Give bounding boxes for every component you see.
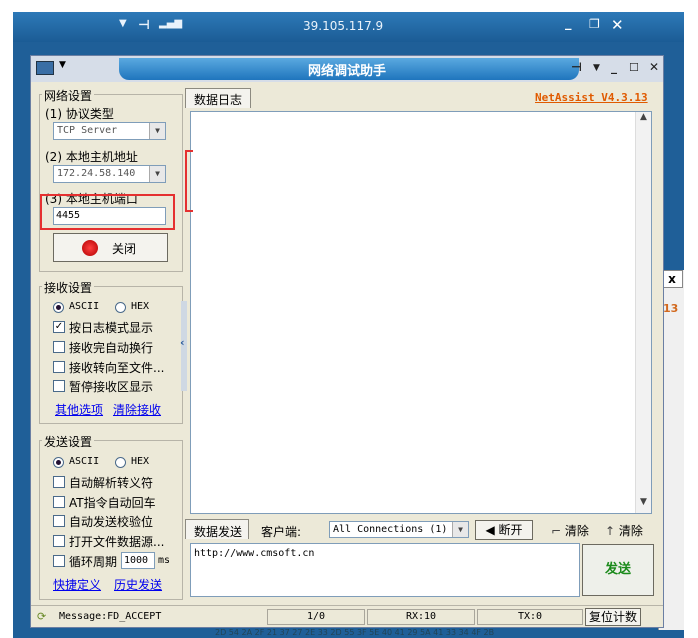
checksum-checkbox[interactable] <box>53 515 65 527</box>
pause-checkbox[interactable] <box>53 380 65 392</box>
escape-label: 自动解析转义符 <box>69 476 154 490</box>
send-ascii-radio[interactable] <box>53 457 64 468</box>
network-settings-title: 网络设置 <box>42 87 95 104</box>
tab-data-send-label: 数据发送 <box>194 525 243 539</box>
send-hex-radio[interactable] <box>115 457 126 468</box>
minimize-icon[interactable]: _ <box>611 60 617 74</box>
clear-all-label: 清除 <box>618 524 643 538</box>
log-mode-checkbox[interactable]: ✓ <box>53 321 65 333</box>
to-file-label: 接收转向至文件... <box>69 361 165 375</box>
remote-address: 39.105.117.9 <box>303 19 384 33</box>
clear-receive-link[interactable]: 清除接收 <box>113 401 161 418</box>
chevron-down-icon[interactable]: ▼ <box>593 63 600 73</box>
file-source-label: 打开文件数据源... <box>69 535 165 549</box>
chevron-down-icon: ▼ <box>149 166 165 182</box>
red-light-icon <box>82 240 98 256</box>
cycle-input[interactable]: 1000 <box>121 552 155 569</box>
remote-close-button[interactable]: ✕ <box>611 16 624 34</box>
signal-icon: ▂▄▆ <box>159 18 183 29</box>
pin-icon[interactable]: ⊣ <box>571 60 582 74</box>
protocol-label: (1) 协议类型 <box>45 107 114 121</box>
receive-settings-title: 接收设置 <box>42 279 95 296</box>
close-connection-button[interactable]: 关闭 <box>53 233 168 262</box>
remote-desktop-bar: ▼ ⊣ ▂▄▆ 39.105.117.9 _ ❐ ✕ <box>13 12 684 42</box>
receive-log-area[interactable]: ▲ ▼ <box>190 111 652 514</box>
background-hex-text: 2D 54 2A 2F 21 37 27 2E 33 2D 55 3F 5E 4… <box>215 628 495 637</box>
at-cr-checkbox[interactable] <box>53 496 65 508</box>
shortcut-link[interactable]: 快捷定义 <box>53 576 101 593</box>
recv-ascii-label: ASCII <box>69 301 100 312</box>
log-mode-label: 按日志模式显示 <box>69 321 154 335</box>
file-source-checkbox[interactable] <box>53 535 65 547</box>
chevron-down-icon: ▼ <box>452 522 468 537</box>
scroll-down-icon[interactable]: ▼ <box>636 497 651 513</box>
status-rx: RX:10 <box>367 609 475 625</box>
app-title: 网络调试助手 <box>307 64 386 79</box>
close-button-label: 关闭 <box>112 242 137 256</box>
log-scrollbar[interactable]: ▲ ▼ <box>635 112 651 513</box>
auto-wrap-checkbox[interactable] <box>53 341 65 353</box>
collapse-arrow-icon[interactable]: ‹ <box>180 336 185 349</box>
at-cr-label: AT指令自动回车 <box>69 496 156 510</box>
remote-restore-button[interactable]: ❐ <box>589 17 600 31</box>
send-input[interactable]: http://www.cmsoft.cn <box>190 543 580 597</box>
recv-hex-radio[interactable] <box>115 302 126 313</box>
scroll-up-icon[interactable]: ▲ <box>636 112 651 128</box>
arrow-left-icon: ◀ <box>485 523 495 537</box>
tab-data-log[interactable]: 数据日志 <box>185 88 251 108</box>
maximize-icon[interactable]: ☐ <box>629 61 639 74</box>
remote-minimize-button[interactable]: _ <box>565 16 572 31</box>
history-link[interactable]: 历史发送 <box>114 576 162 593</box>
status-icon: ⟳ <box>37 610 47 623</box>
send-hex-label: HEX <box>131 456 150 467</box>
more-options-link[interactable]: 其他选项 <box>55 401 103 418</box>
background-version-fragment: 13 <box>663 302 679 315</box>
chevron-down-icon: ▼ <box>149 123 165 139</box>
client-select[interactable]: All Connections (1) ▼ <box>329 521 469 538</box>
send-settings-title: 发送设置 <box>42 433 95 450</box>
status-message: Message:FD_ACCEPT <box>59 611 162 622</box>
app-titlebar: ▼ 网络调试助手 ⊣ ▼ _ ☐ ✕ <box>31 56 663 82</box>
close-icon[interactable]: ✕ <box>649 60 659 74</box>
status-count: 1/0 <box>267 609 365 625</box>
status-tx: TX:0 <box>477 609 583 625</box>
clear-send-label: 清除 <box>564 524 589 538</box>
recv-hex-label: HEX <box>131 301 150 312</box>
recv-ascii-radio[interactable] <box>53 302 64 313</box>
reset-count-button[interactable]: 复位计数 <box>585 608 641 626</box>
arrow-up-icon: ↑ <box>605 524 616 538</box>
log-highlight-bracket <box>185 150 193 212</box>
send-button[interactable]: 发送 <box>582 544 654 596</box>
pin-icon[interactable]: ⊣ <box>138 18 150 33</box>
chevron-down-icon[interactable]: ▼ <box>119 18 127 29</box>
send-ascii-label: ASCII <box>69 456 100 467</box>
client-label: 客户端: <box>261 525 302 539</box>
clear-send-button[interactable]: ⌐ 清除 <box>551 522 589 539</box>
to-file-checkbox[interactable] <box>53 361 65 373</box>
protocol-select[interactable]: TCP Server ▼ <box>53 122 166 140</box>
broom-icon: ⌐ <box>551 524 562 538</box>
auto-wrap-label: 接收完自动换行 <box>69 341 154 355</box>
port-highlight-box <box>40 194 175 230</box>
tab-data-log-label: 数据日志 <box>194 93 243 107</box>
netassist-window: ▼ 网络调试助手 ⊣ ▼ _ ☐ ✕ 网络设置 (1) 协议类型 TCP Ser… <box>30 55 664 628</box>
tab-data-send[interactable]: 数据发送 <box>185 519 249 539</box>
host-label: (2) 本地主机地址 <box>45 150 138 164</box>
status-bar: ⟳ Message:FD_ACCEPT 1/0 RX:10 TX:0 复位计数 <box>31 605 663 627</box>
cycle-unit: ms <box>158 555 171 566</box>
disconnect-label: 断开 <box>498 523 523 537</box>
checksum-label: 自动发送校验位 <box>69 515 154 529</box>
cycle-checkbox[interactable] <box>53 555 65 567</box>
pause-label: 暂停接收区显示 <box>69 380 154 394</box>
cycle-label: 循环周期 <box>69 555 118 569</box>
disconnect-button[interactable]: ◀ 断开 <box>475 520 533 540</box>
background-close-button[interactable]: x <box>661 270 683 288</box>
host-select[interactable]: 172.24.58.140 ▼ <box>53 165 166 183</box>
clear-all-button[interactable]: ↑ 清除 <box>605 522 643 539</box>
version-link[interactable]: NetAssist V4.3.13 <box>535 91 648 104</box>
escape-checkbox[interactable] <box>53 476 65 488</box>
